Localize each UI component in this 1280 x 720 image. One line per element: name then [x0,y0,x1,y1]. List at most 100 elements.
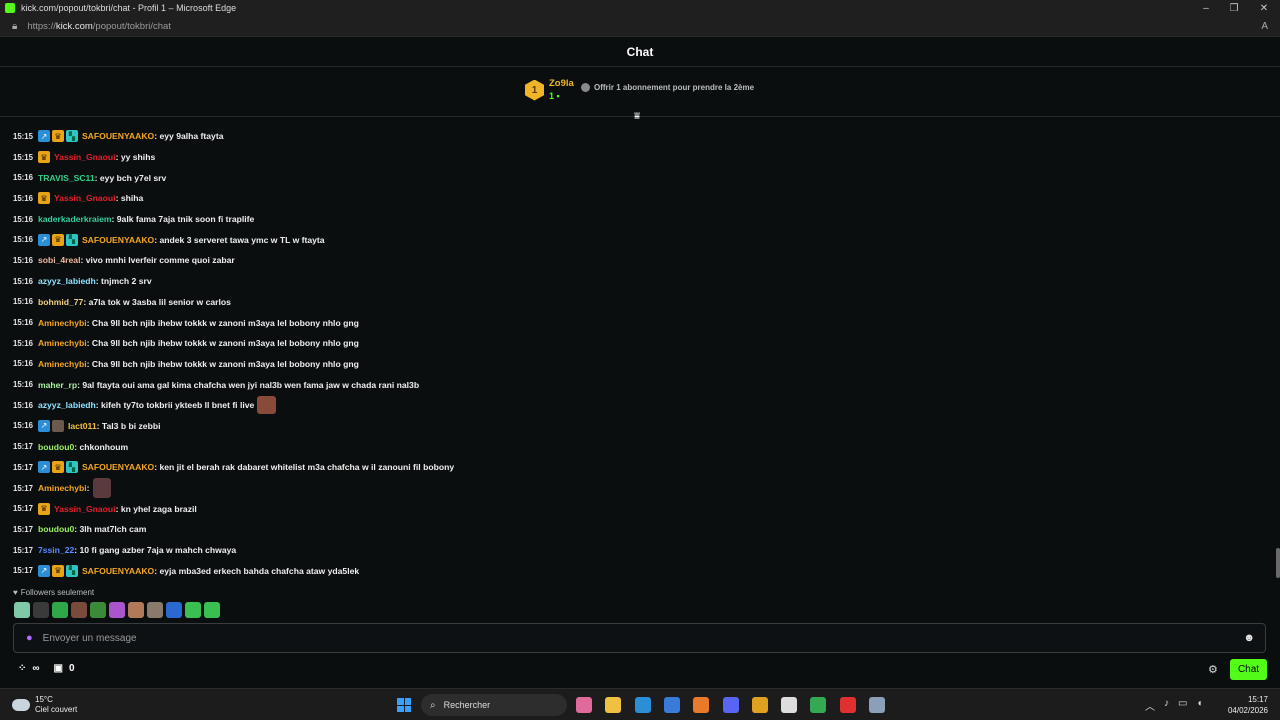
scroll-to-bottom-icon[interactable]: ⩸ [634,111,640,122]
message-username[interactable]: Aminechybi [38,318,87,328]
send-chat-button[interactable]: Chat [1230,659,1267,680]
windows-start-icon[interactable] [397,698,411,712]
chat-message: 15:16 kaderkaderkraiem: 9alk fama 7aja tn… [13,209,1263,230]
message-username[interactable]: boudou0 [38,524,74,534]
emote-image[interactable] [92,478,111,499]
subscriber-badge-icon[interactable]: ▚ [65,461,78,474]
message-text: : 3lh mat7lch cam [74,524,147,535]
message-username[interactable]: 7ssin_22 [38,545,74,555]
restore-button[interactable]: ❐ [1218,0,1250,16]
message-username[interactable]: Yassin_Gnaoui [54,504,116,514]
offer-sub-link[interactable]: Offrir 1 abonnement pour prendre la 2ème [581,83,754,92]
chat-message: 15:16 Aminechybi: Cha 9ll bch njib ihebw … [13,333,1263,354]
emoji-picker-icon[interactable]: ☻ [1243,632,1255,644]
message-username[interactable]: lact011 [68,421,97,431]
taskbar-app-icon[interactable] [576,697,592,713]
url-prefix: https:// [27,20,56,32]
weather-widget[interactable]: 15°C Ciel couvert [12,695,77,715]
message-username[interactable]: kaderkaderkraiem [38,214,112,224]
top-gifter[interactable]: 1 Zo9la 1 ▪ [525,78,574,102]
taskbar-app-icon[interactable] [634,697,651,713]
taskbar-app-icon[interactable] [751,697,768,713]
message-username[interactable]: SAFOUENYAAKO [82,462,154,472]
close-button[interactable]: ✕ [1248,0,1280,16]
mic-tray-icon[interactable]: ♪ [1164,698,1169,713]
quick-emote-icon[interactable] [90,602,106,618]
taskbar-app-icon[interactable] [839,697,856,713]
vip-badge-icon[interactable]: ↗ [37,130,50,143]
user-badge-icon[interactable] [51,419,64,432]
network-icon[interactable]: ▭ [1178,698,1187,713]
emote-image[interactable] [257,396,277,415]
message-username[interactable]: azyyz_labiedh [38,400,96,410]
quick-emote-icon[interactable] [147,602,163,618]
chat-message: 15:17 ↗ ♛ ▚ SAFOUENYAAKO: eyja mba3ed erkech… [13,560,1263,581]
message-input[interactable]: ● Envoyer un message ☻ [13,623,1266,653]
taskbar-app-icon[interactable] [722,697,739,713]
message-username[interactable]: SAFOUENYAAKO [82,566,154,576]
store-icon[interactable]: ▣ [54,663,63,674]
crown-badge-icon[interactable]: ♛ [51,461,64,474]
quick-emote-icon[interactable] [204,602,220,618]
address-bar[interactable]: 🔒︎ https://kick.com/popout/tokbri/chat A [0,16,1280,37]
subscriber-badge-icon[interactable]: ▚ [65,130,78,143]
users-icon[interactable]: ⁘ [18,663,26,674]
message-username[interactable]: maher_rp [38,380,77,390]
crown-badge-icon[interactable]: ♛ [37,192,50,205]
quick-emote-icon[interactable] [166,602,182,618]
taskbar-app-icon[interactable] [810,697,827,713]
crown-badge-icon[interactable]: ♛ [37,502,50,515]
taskbar-search[interactable]: ⌕ Rechercher [421,694,567,716]
message-username[interactable]: Aminechybi [38,359,87,369]
taskbar-app-icon[interactable] [781,697,798,713]
read-aloud-icon[interactable]: A [1261,21,1268,32]
quick-emote-icon[interactable] [52,602,68,618]
taskbar-app-icon[interactable] [605,697,622,713]
quick-emote-icon[interactable] [128,602,144,618]
message-username[interactable]: Aminechybi [38,483,87,493]
vip-badge-icon[interactable]: ↗ [37,461,50,474]
message-username[interactable]: TRAVIS_SC11 [38,173,95,183]
crown-badge-icon[interactable]: ♛ [51,564,64,577]
settings-gear-icon[interactable]: ⚙ [1208,663,1218,676]
vip-badge-icon[interactable]: ↗ [37,233,50,246]
quick-emote-icon[interactable] [71,602,87,618]
crown-badge-icon[interactable]: ♛ [51,130,64,143]
subscriber-badge-icon[interactable]: ▚ [65,233,78,246]
message-username[interactable]: SAFOUENYAAKO [82,235,154,245]
message-username[interactable]: azyyz_labiedh [38,276,96,286]
infinity-text: ∞ [32,663,40,674]
message-timestamp: 15:16 [13,359,33,369]
volume-icon[interactable]: ◖ [1196,698,1202,713]
rank-badge-icon: 1 [525,79,544,101]
vip-badge-icon[interactable]: ↗ [37,564,50,577]
message-username[interactable]: SAFOUENYAAKO [82,131,154,141]
message-text: : yy shihs [115,152,156,163]
quick-emote-icon[interactable] [14,602,30,618]
clock[interactable]: 15:17 04/02/2026 [1226,694,1268,716]
microphone-icon[interactable]: ● [26,632,33,644]
quick-emote-icon[interactable] [33,602,49,618]
message-text: : shiha [115,193,144,204]
quick-emote-icon[interactable] [185,602,201,618]
subscriber-badge-icon[interactable]: ▚ [65,564,78,577]
search-icon: ⌕ [430,699,436,711]
message-username[interactable]: boudou0 [38,442,74,452]
taskbar-app-icon[interactable] [663,697,680,713]
quick-emote-icon[interactable] [109,602,125,618]
message-username[interactable]: bohmid_77 [38,297,83,307]
crown-badge-icon[interactable]: ♛ [51,233,64,246]
message-username[interactable]: Yassin_Gnaoui [54,152,116,162]
search-label: Rechercher [443,700,491,710]
chevron-up-icon[interactable]: ︿ [1145,698,1155,713]
chat-scrollbar[interactable] [1276,548,1280,578]
gift-count: 1 ▪ [549,91,560,101]
message-text: : chkonhoum [74,441,129,452]
message-username[interactable]: Yassin_Gnaoui [54,193,116,203]
taskbar-app-icon[interactable] [869,697,885,713]
taskbar-app-icon[interactable] [693,697,710,713]
message-username[interactable]: sobi_4real [38,255,81,265]
message-username[interactable]: Aminechybi [38,338,87,348]
vip-badge-icon[interactable]: ↗ [37,419,50,432]
crown-badge-icon[interactable]: ♛ [37,151,50,164]
